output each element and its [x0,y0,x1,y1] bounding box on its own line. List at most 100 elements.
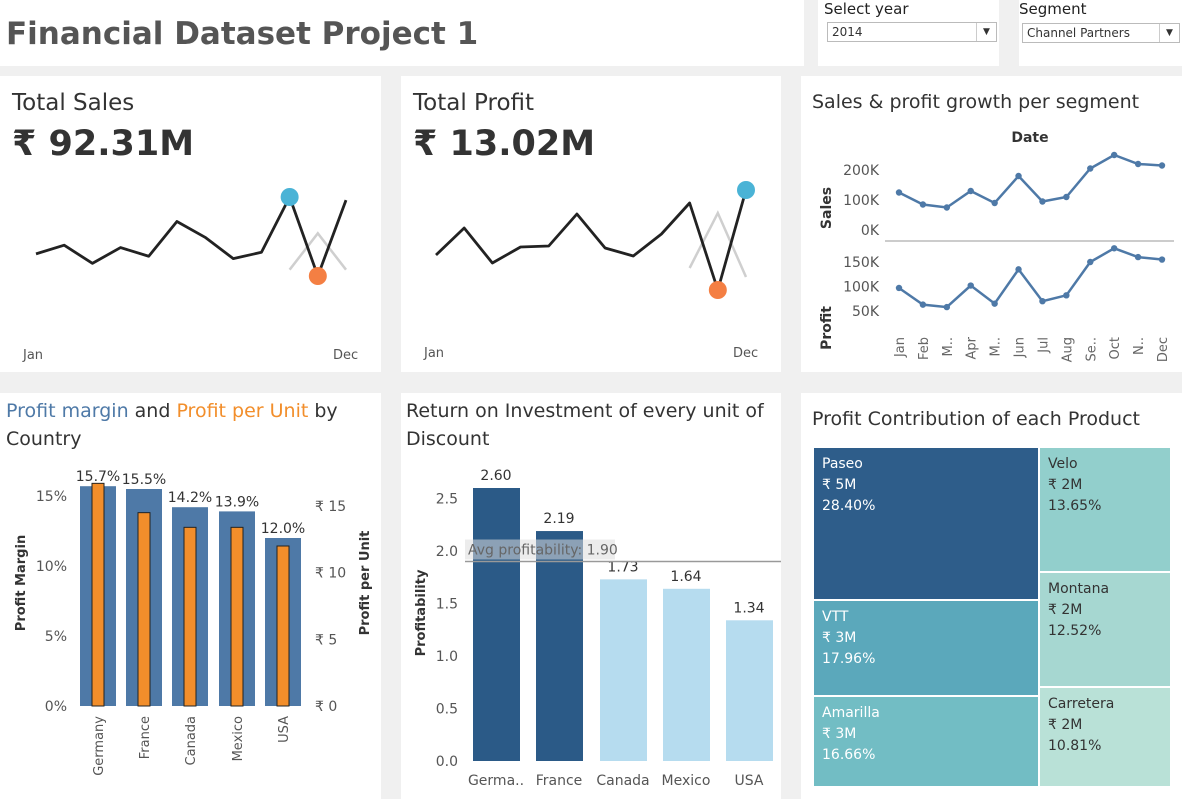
roi-bar[interactable] [536,531,583,761]
margin-data-label: 15.5% [122,472,166,488]
treemap-cell-paseo[interactable]: Paseo ₹ 5M 28.40% [813,447,1039,600]
roi-tick-label: 2.5 [436,492,458,508]
treemap-name: Carretera [1048,696,1115,712]
sales-point[interactable] [1158,162,1166,169]
growth-profit-label: Profit [819,306,835,350]
sales-point[interactable] [1015,172,1022,180]
treemap-cell-velo[interactable]: Velo ₹ 2M 13.65% [1039,447,1171,572]
profit-point[interactable] [1134,253,1142,261]
profit-per-unit-bar[interactable] [137,512,151,707]
treemap-cell-vtt[interactable]: VTT ₹ 3M 17.96% [813,600,1039,696]
treemap-name: Montana [1048,581,1110,597]
month-tick-label: M.. [989,337,1004,356]
treemap-value: ₹ 5M [822,477,857,493]
roi-chart: 2.5 2.0 1.5 1.0 0.5 0.0 Profitability 2.60 Germa… [414,468,781,789]
roi-bar[interactable] [473,488,520,761]
profit-point[interactable] [1015,266,1022,273]
roi-bar[interactable] [663,588,710,761]
treemap-cell-carretera[interactable]: Carretera ₹ 2M 10.81% [1039,687,1171,787]
sales-point[interactable] [991,199,998,207]
roi-bar[interactable] [600,579,647,761]
sales-x-start: Jan [23,348,44,363]
profit-point[interactable] [967,282,974,289]
unit-axis-label: Profit per Unit [358,531,373,636]
profit-per-unit-bar[interactable] [183,526,197,707]
roi-category-label: Canada [596,773,649,789]
growth-panel: Sales & profit growth per segment Date S… [801,76,1182,372]
margin-tick-label: 15% [36,489,67,505]
month-tick-label: Jul [1036,337,1051,354]
treemap-cell-amarilla[interactable]: Amarilla ₹ 3M 16.66% [813,696,1039,787]
country-tick-label: France [138,716,153,759]
treemap-name: VTT [822,609,849,625]
margin-chart: 15% 10% 5% 0% ₹ 15 ₹ 10 ₹ 5 ₹ 0 Profit Margin Pro… [14,469,373,776]
profit-per-unit-bar[interactable] [276,545,290,707]
country-tick-label: Mexico [231,716,246,761]
month-tick-label: Oct [1108,337,1123,359]
segment-select[interactable]: Channel Partners ▼ [1022,23,1180,43]
profit-point[interactable] [1039,298,1046,305]
profit-point[interactable] [991,300,998,307]
treemap-name: Amarilla [822,705,880,721]
month-tick-label: Jan [893,337,908,358]
roi-panel: Return on Investment of every unit of Di… [401,393,781,799]
margin-panel: Profit margin and Profit per Unit by Cou… [0,393,381,799]
roi-data-label: 2.60 [480,468,511,484]
treemap-value: ₹ 2M [1048,717,1083,733]
roi-category-label: USA [735,773,764,789]
reference-line-label: Avg profitability: 1.90 [468,543,618,559]
sales-point[interactable] [1134,160,1142,168]
segment-filter-label: Segment [1019,0,1087,18]
kpi-profit-value: ₹ 13.02M [413,124,596,164]
roi-bar[interactable] [726,620,773,761]
margin-data-label: 15.7% [76,469,120,485]
profit-point[interactable] [895,284,903,292]
margin-tick-label: 0% [45,699,67,715]
chevron-down-icon[interactable]: ▼ [1159,24,1179,42]
profit-point[interactable] [943,303,951,311]
sales-sparkline [35,188,348,285]
sales-point[interactable] [895,189,903,196]
max-point[interactable] [737,181,755,199]
min-point[interactable] [708,281,727,299]
chevron-down-icon[interactable]: ▼ [976,23,996,41]
kpi-sales-value: ₹ 92.31M [12,124,195,164]
treemap-panel: Profit Contribution of each Product Pase… [801,393,1182,799]
country-tick-label: USA [277,716,292,743]
margin-axis-label: Profit Margin [14,535,29,631]
sales-point[interactable] [967,187,974,195]
profit-point[interactable] [919,301,927,308]
max-point[interactable] [280,188,299,206]
sales-point[interactable] [1063,193,1070,201]
sales-point[interactable] [1110,151,1118,159]
roi-title-line1: Return on Investment of every unit of [406,400,764,422]
profit-point[interactable] [1063,292,1070,299]
sales-point[interactable] [943,204,951,211]
year-select[interactable]: 2014 ▼ [827,22,997,42]
unit-tick-label: ₹ 10 [315,566,346,582]
growth-title: Sales & profit growth per segment [812,91,1140,113]
profit-point[interactable] [1087,258,1094,266]
month-tick-label: Feb [917,337,932,360]
treemap-cell-montana[interactable]: Montana ₹ 2M 12.52% [1039,572,1171,687]
roi-tick-label: 1.0 [436,649,458,665]
roi-data-label: 1.34 [733,600,764,616]
roi-tick-label: 0.0 [436,754,458,770]
current-year-line [435,189,748,292]
profit-point[interactable] [1158,256,1166,263]
sales-point[interactable] [1087,165,1094,172]
margin-title-part1: Profit margin [6,400,129,422]
profit-point[interactable] [1110,245,1118,252]
growth-sales-label: Sales [819,187,835,229]
unit-tick-label: ₹ 0 [315,699,337,715]
profit-tick-label: 50K [852,304,880,320]
month-tick-label: Se.. [1084,337,1099,362]
sales-tick-label: 200K [843,163,880,179]
sales-point[interactable] [1039,198,1046,205]
min-point[interactable] [308,267,327,285]
treemap-value: ₹ 2M [1048,477,1083,493]
profit-per-unit-bar[interactable] [91,482,105,707]
sales-x-end: Dec [333,348,359,363]
sales-point[interactable] [919,201,927,208]
profit-per-unit-bar[interactable] [230,526,244,707]
